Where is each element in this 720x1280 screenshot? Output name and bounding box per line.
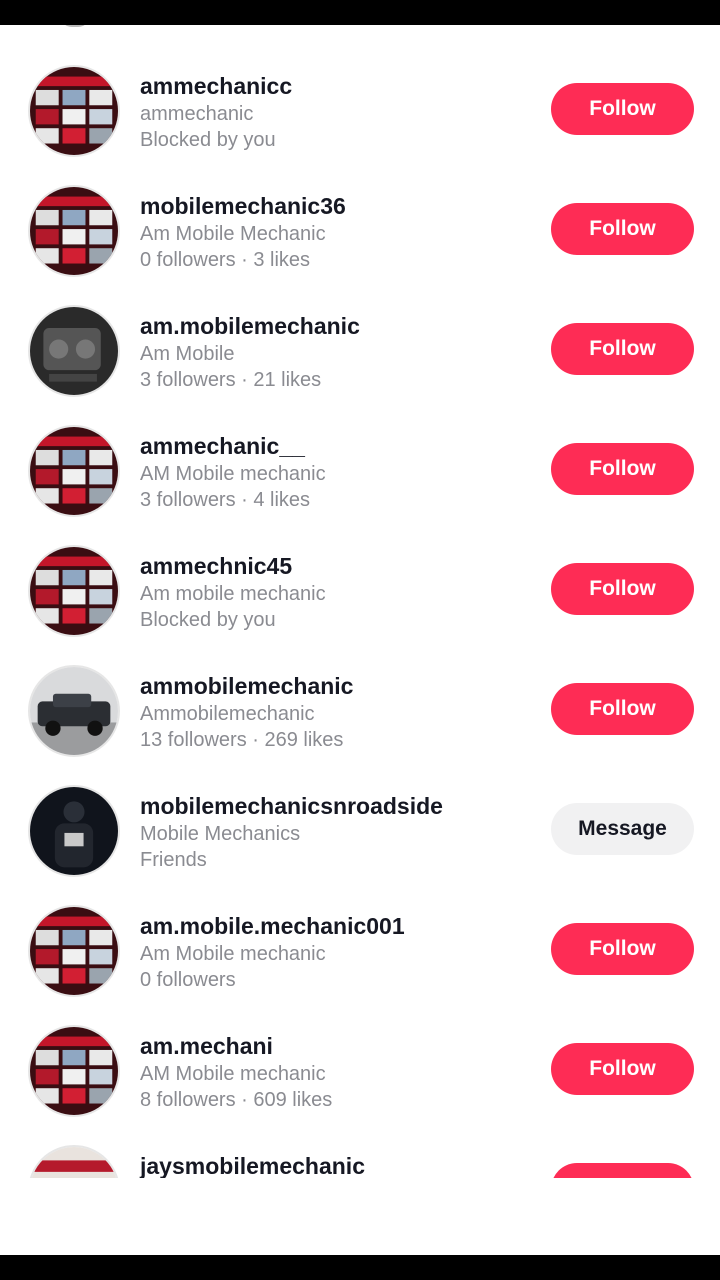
avatar[interactable] bbox=[28, 785, 120, 877]
avatar-collage-image bbox=[30, 907, 118, 995]
username: ammechanicc bbox=[140, 73, 293, 99]
avatar-engine-image bbox=[30, 307, 118, 395]
follow-button[interactable]: Follow bbox=[551, 323, 694, 375]
user-meta: Friends bbox=[140, 849, 207, 871]
user-row[interactable]: mobilemechanicsnroadside Mobile Mechanics… bbox=[0, 777, 720, 897]
user-meta: 13 followers · 269 likes bbox=[140, 729, 344, 751]
username: am.mobilemechanic bbox=[140, 313, 360, 339]
message-button[interactable]: Message bbox=[551, 803, 694, 855]
username: ammobilemechanic bbox=[140, 673, 354, 699]
nickname: Am Mobile Mechanic bbox=[140, 223, 326, 245]
username: mobilemechanicsnroadside bbox=[140, 793, 443, 819]
user-row[interactable]: am.mobile.mechanic001 Am Mobile mechanic 0… bbox=[0, 897, 720, 1017]
follow-button[interactable]: Follow bbox=[551, 1043, 694, 1095]
follow-button[interactable]: Follow bbox=[551, 203, 694, 255]
nickname: Am Mobile bbox=[140, 343, 235, 365]
avatar-truck-image bbox=[30, 667, 118, 755]
user-row[interactable]: ammechanic__ AM Mobile mechanic 3 follower… bbox=[0, 417, 720, 537]
avatar[interactable] bbox=[28, 305, 120, 397]
nickname: Ammobilemechanic bbox=[140, 703, 315, 725]
username: am.mobile.mechanic001 bbox=[140, 913, 405, 939]
avatar-collage-image bbox=[30, 1027, 118, 1115]
nickname: AM Mobile mechanic bbox=[140, 463, 326, 485]
avatar-car-image bbox=[30, 1147, 118, 1178]
user-meta: 3 followers · 4 likes bbox=[140, 489, 311, 511]
avatar[interactable] bbox=[28, 1145, 120, 1178]
follow-button[interactable]: Follow bbox=[551, 1163, 694, 1178]
user-meta: 8 followers · 609 likes bbox=[140, 1089, 333, 1111]
username: jaysmobilemechanic bbox=[140, 1153, 365, 1178]
user-row[interactable]: am.mechani AM Mobile mechanic 8 followers … bbox=[0, 1017, 720, 1137]
user-row[interactable]: mobilemechanic36 Am Mobile Mechanic 0 foll… bbox=[0, 177, 720, 297]
username: ammechnic45 bbox=[140, 553, 293, 579]
follow-button[interactable]: Follow bbox=[551, 563, 694, 615]
avatar[interactable] bbox=[28, 905, 120, 997]
user-row[interactable]: ammechnic45 Am mobile mechanic Blocked by … bbox=[0, 537, 720, 657]
follow-button[interactable]: Follow bbox=[551, 443, 694, 495]
avatar[interactable] bbox=[28, 425, 120, 517]
user-meta: 3 followers · 21 likes bbox=[140, 369, 322, 391]
nickname: Am Mobile mechanic bbox=[140, 943, 326, 965]
avatar[interactable] bbox=[28, 65, 120, 157]
username: mobilemechanic36 bbox=[140, 193, 346, 219]
avatar-collage-image bbox=[30, 547, 118, 635]
username: am.mechani bbox=[140, 1033, 273, 1059]
follow-button[interactable]: Follow bbox=[551, 923, 694, 975]
avatar[interactable] bbox=[28, 545, 120, 637]
user-meta: 0 followers bbox=[140, 969, 236, 991]
username: ammechanic__ bbox=[140, 433, 305, 459]
user-row[interactable]: am.mobilemechanic Am Mobile 3 followers · … bbox=[0, 297, 720, 417]
avatar-collage-image bbox=[30, 427, 118, 515]
user-row[interactable]: ammechanicc ammechanic Blocked by you Follo… bbox=[0, 57, 720, 177]
user-meta: Blocked by you bbox=[140, 609, 276, 631]
user-row[interactable]: ammobilemechanic Ammobilemechanic 13 follo… bbox=[0, 657, 720, 777]
nickname: Mobile Mechanics bbox=[140, 823, 301, 845]
user-meta: Blocked by you bbox=[140, 129, 276, 151]
follow-button[interactable]: Follow bbox=[551, 683, 694, 735]
user-row[interactable]: jaysmobilemechanicJay's mobile mechanicF… bbox=[0, 1137, 720, 1178]
avatar-collage-image bbox=[30, 187, 118, 275]
search-results-screen: ammechanicc ammechanic Blocked by you Follo… bbox=[0, 25, 720, 1255]
nickname: ammechanic bbox=[140, 103, 254, 125]
user-list: ammechanicc ammechanic Blocked by you Follo… bbox=[0, 25, 720, 1178]
avatar-collage-image bbox=[30, 67, 118, 155]
avatar[interactable] bbox=[28, 1025, 120, 1117]
user-meta: 0 followers · 3 likes bbox=[140, 249, 311, 271]
avatar-person-image bbox=[30, 787, 118, 875]
nickname: Am mobile mechanic bbox=[140, 583, 326, 605]
avatar[interactable] bbox=[28, 665, 120, 757]
follow-button[interactable]: Follow bbox=[551, 83, 694, 135]
nickname: AM Mobile mechanic bbox=[140, 1063, 326, 1085]
avatar[interactable] bbox=[28, 185, 120, 277]
